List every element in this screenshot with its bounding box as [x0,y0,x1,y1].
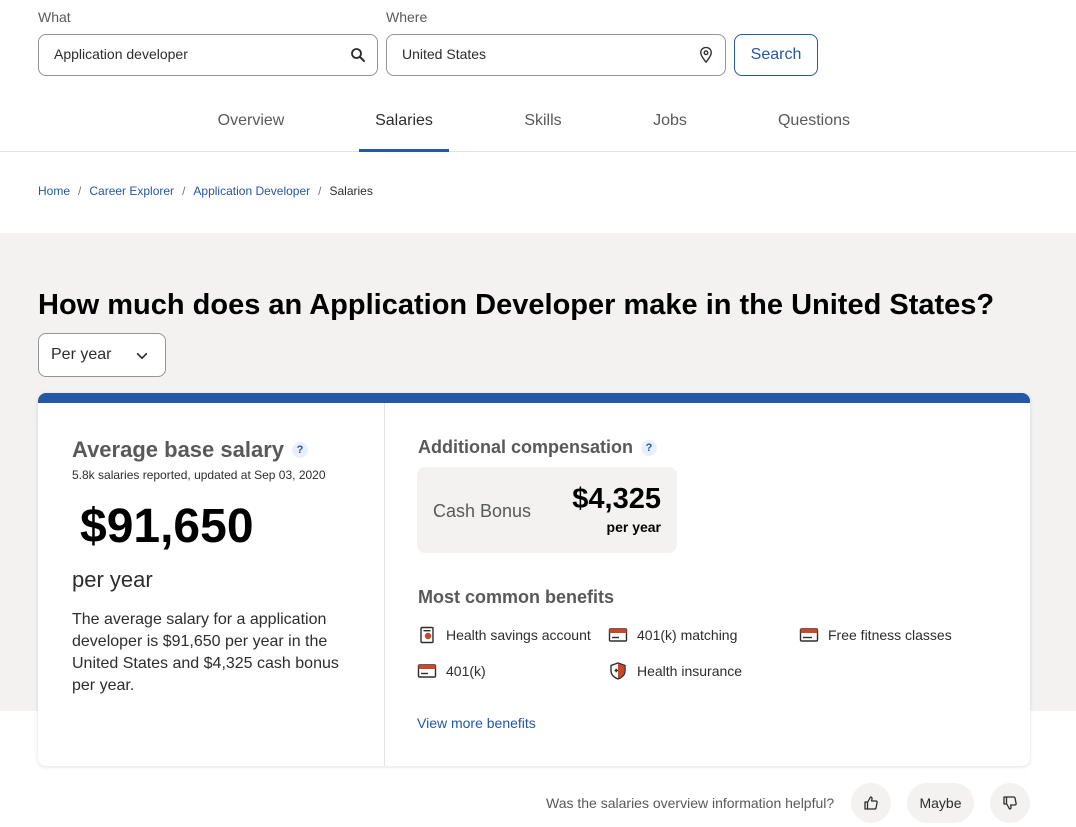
thumbs-up-icon [864,796,878,810]
benefit-item: 401(k) [417,662,486,680]
benefit-label: Health insurance [637,663,743,679]
salary-card: Average base salary ? 5.8k salaries repo… [38,393,1030,766]
tab-salaries[interactable]: Salaries [359,90,449,152]
cash-bonus-label: Cash Bonus [433,501,532,521]
chevron-down-icon [136,352,148,360]
where-label: Where [386,9,428,25]
benefit-item: Health insurance [608,662,742,680]
what-input[interactable] [54,46,334,62]
tab-jobs[interactable]: Jobs [636,90,704,151]
search-button[interactable]: Search [734,34,818,76]
cash-bonus-period: per year [606,519,661,535]
career-tabs: Overview Salaries Skills Jobs Questions [0,90,1076,152]
page-title: How much does an Application Developer m… [38,289,995,321]
salary-description: The average salary for a application dev… [72,611,339,694]
shield-plus-icon [610,662,626,680]
period-select-value: Per year [51,346,112,363]
search-icon[interactable] [349,46,367,64]
additional-compensation-heading: Additional compensation ? [418,437,658,458]
cash-bonus-box: Cash Bonus $4,325 per year [417,467,677,553]
breadcrumb-separator: / [318,184,322,198]
average-salary-amount: $91,650 [80,500,254,553]
thumbs-down-icon [1003,796,1017,810]
feedback-question: Was the salaries overview information he… [546,795,835,811]
where-input[interactable] [402,46,682,62]
tab-questions[interactable]: Questions [762,90,866,151]
card-accent-bar [38,393,1030,403]
breadcrumb: Home / Career Explorer / Application Dev… [38,184,373,198]
cash-bonus-amount: $4,325 [572,483,661,515]
thumbs-up-button[interactable] [851,783,891,823]
card-divider [384,403,385,766]
fitness-icon [799,628,819,642]
tab-skills[interactable]: Skills [506,90,580,151]
benefits-heading: Most common benefits [418,587,615,607]
period-select[interactable]: Per year [38,333,166,377]
thumbs-down-button[interactable] [990,783,1030,823]
breadcrumb-current: Salaries [329,184,373,198]
benefit-label: Health savings account [446,627,591,643]
retirement-icon [608,628,628,642]
breadcrumb-career-explorer[interactable]: Career Explorer [89,184,174,198]
breadcrumb-application-developer[interactable]: Application Developer [193,184,310,198]
where-field[interactable] [386,34,726,76]
search-bar: What Where Search [0,0,1076,90]
breadcrumb-home[interactable]: Home [38,184,70,198]
location-pin-icon [700,46,712,64]
benefit-label: Free fitness classes [828,627,952,643]
what-label: What [38,9,71,25]
benefit-item: 401(k) matching [608,626,737,644]
view-more-benefits-link[interactable]: View more benefits [417,715,536,731]
maybe-button[interactable]: Maybe [907,783,974,823]
additional-compensation-label: Additional compensation [418,437,634,457]
help-icon[interactable]: ? [292,442,308,458]
benefit-item: Health savings account [417,626,591,644]
average-base-salary-heading: Average base salary ? [72,437,308,463]
feedback-bar: Was the salaries overview information he… [0,783,1076,823]
breadcrumb-separator: / [182,184,186,198]
salary-meta: 5.8k salaries reported, updated at Sep 0… [72,468,326,482]
tab-overview[interactable]: Overview [206,90,296,151]
help-icon[interactable]: ? [641,439,658,456]
benefit-label: 401(k) [446,663,486,679]
benefit-label: 401(k) matching [637,627,738,643]
what-field[interactable] [38,34,378,76]
average-salary-period: per year [72,567,153,592]
retirement-icon [417,664,437,678]
piggy-bank-icon [420,626,434,644]
breadcrumb-separator: / [78,184,82,198]
average-base-salary-label: Average base salary [72,437,284,462]
benefit-item: Free fitness classes [799,626,952,644]
